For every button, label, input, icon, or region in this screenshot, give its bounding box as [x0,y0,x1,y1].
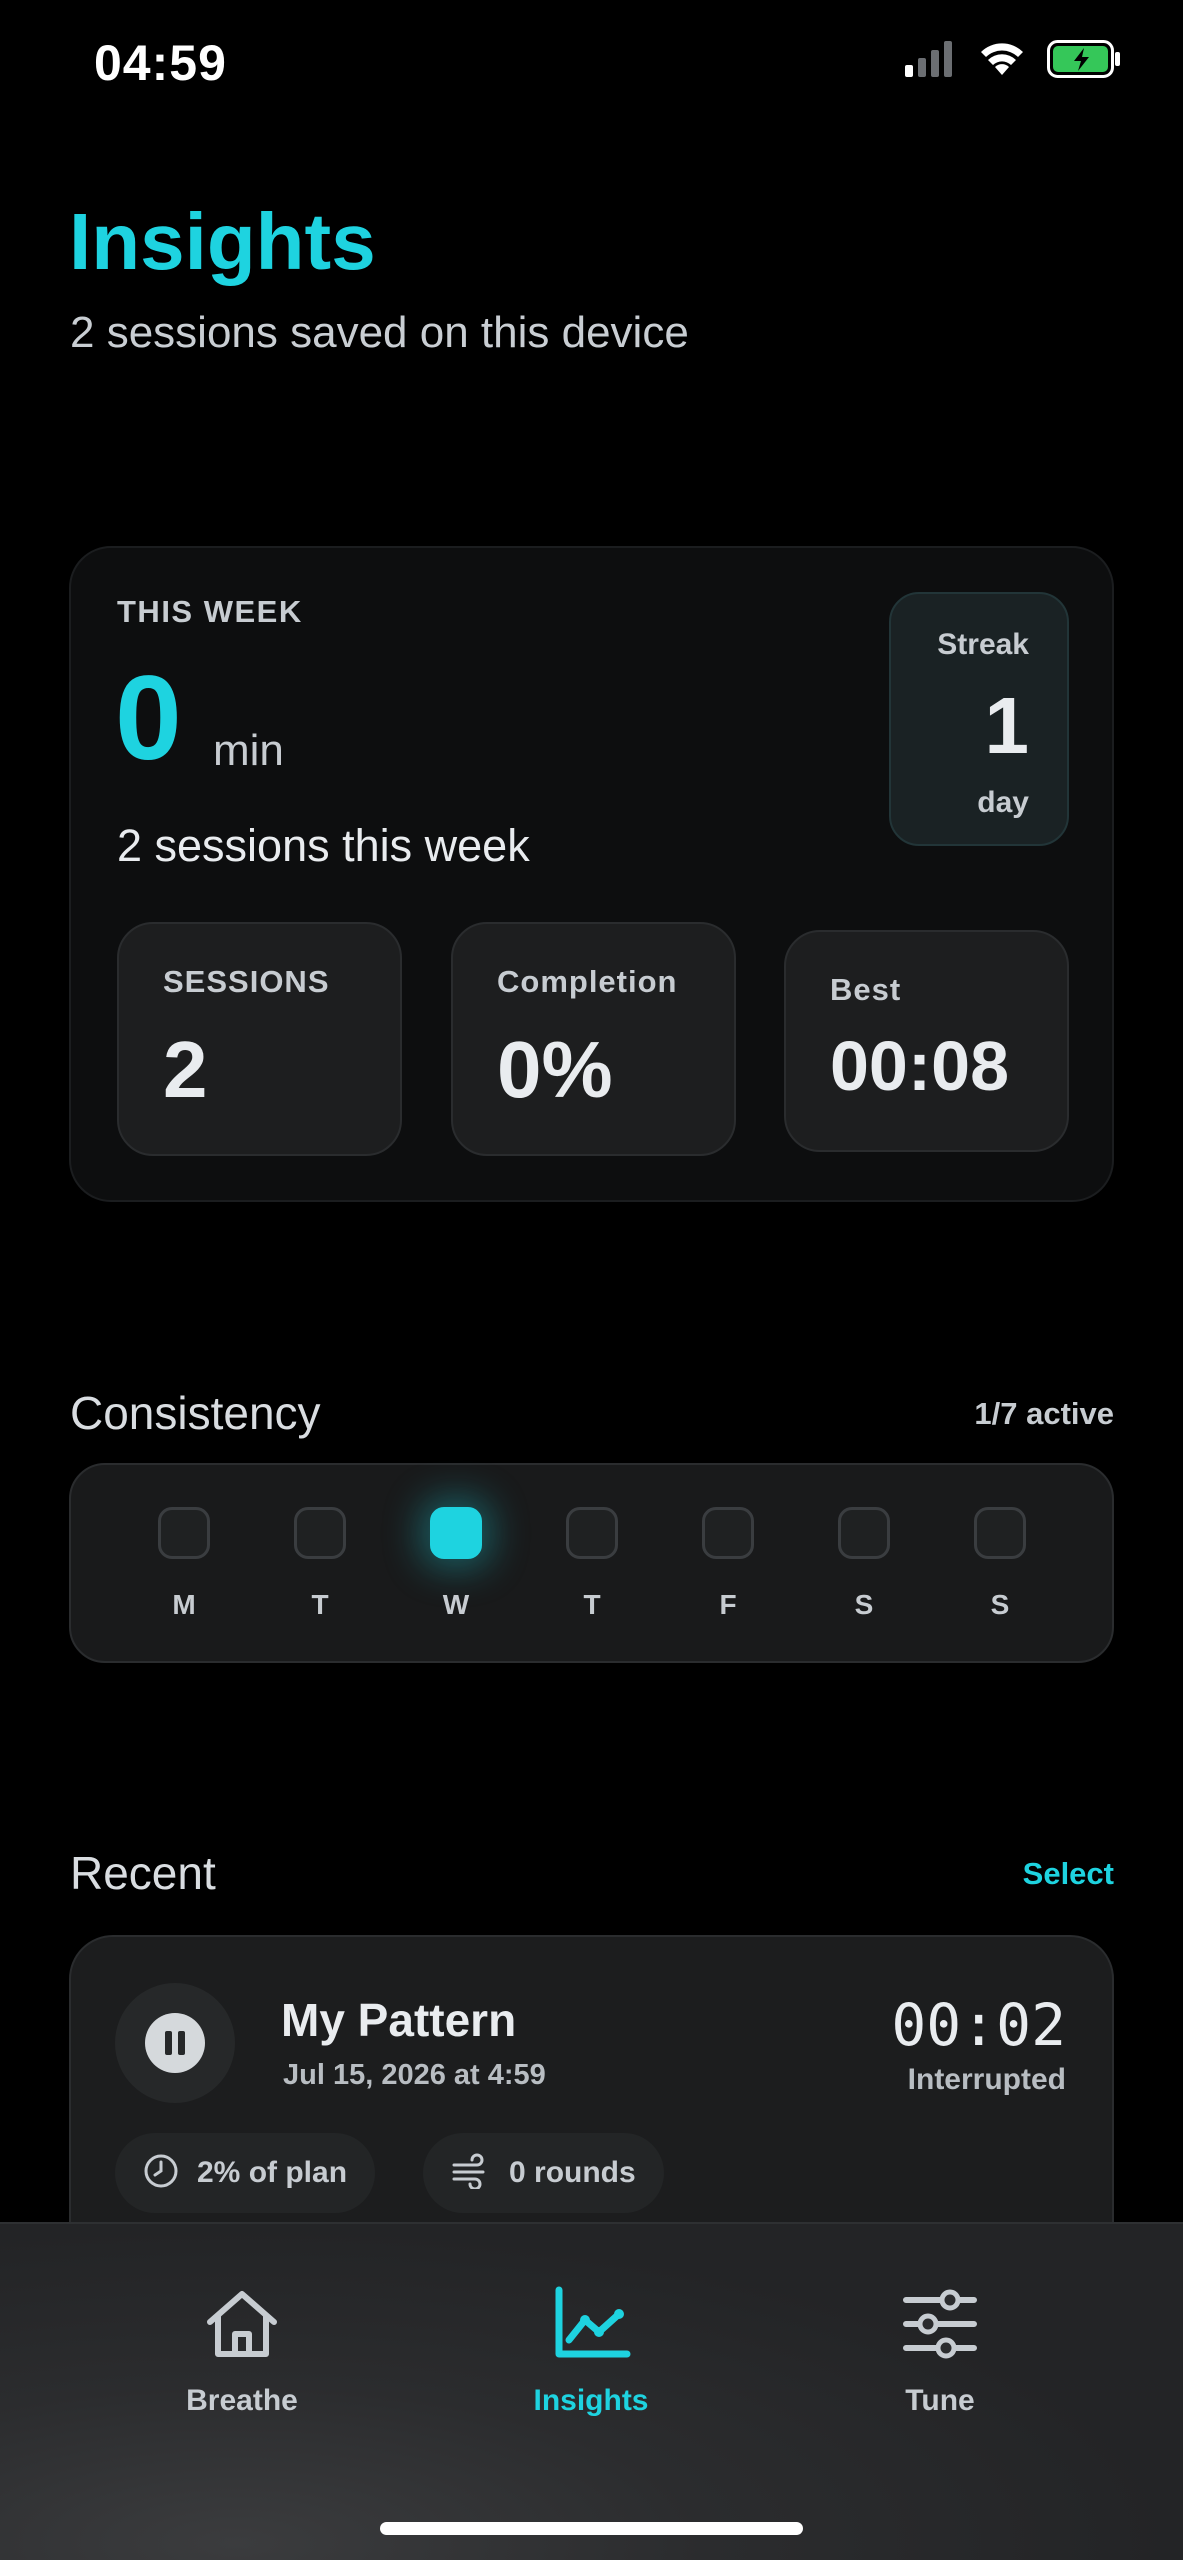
day-indicator [702,1507,754,1559]
pause-button[interactable] [115,1983,235,2103]
day-indicator [294,1507,346,1559]
day-indicator [838,1507,890,1559]
streak-unit: day [977,786,1029,819]
insights-screen: 04:59 Insights 2 sessions saved on this … [0,0,1183,2560]
stat-best: Best 00:08 [784,930,1069,1152]
page-subtitle: 2 sessions saved on this device [70,308,689,357]
chip-text: 2% of plan [197,2156,348,2189]
this-week-label: THIS WEEK [117,594,303,629]
day-monday: M [154,1507,214,1620]
day-label: S [854,1589,874,1620]
stat-value: 0% [497,1025,613,1114]
day-indicator [974,1507,1026,1559]
day-label: M [172,1589,196,1620]
home-icon [202,2284,282,2364]
stat-completion: Completion 0% [451,922,736,1156]
day-label: F [719,1589,737,1620]
week-sessions-text: 2 sessions this week [117,820,530,871]
session-date: Jul 15, 2026 at 4:59 [283,2059,546,2091]
sliders-icon [900,2284,980,2364]
clock-icon [143,2153,179,2194]
day-label: T [583,1589,601,1620]
day-saturday: S [834,1507,894,1620]
wind-icon [451,2153,491,2194]
pause-icon [145,2013,205,2073]
tab-label: Breathe [186,2384,298,2417]
day-indicator [158,1507,210,1559]
stat-label: Completion [497,964,678,999]
status-time: 04:59 [94,35,227,91]
week-minutes-value: 0 [115,651,182,785]
select-button[interactable]: Select [1023,1856,1114,1892]
stat-value: 00:08 [830,1027,1010,1105]
stat-label: Best [830,972,902,1007]
battery-charging-icon [1047,40,1123,83]
consistency-active-count: 1/7 active [974,1396,1114,1431]
wifi-icon [979,41,1025,82]
day-wednesday: W [426,1507,486,1620]
consistency-card: M T W T F S S [69,1463,1114,1663]
chip-text: 0 rounds [509,2156,636,2189]
rounds-chip: 0 rounds [423,2133,664,2213]
home-indicator[interactable] [380,2522,803,2535]
cellular-signal-icon [905,41,957,82]
day-label: T [311,1589,329,1620]
tab-tune[interactable]: Tune [830,2284,1050,2434]
status-bar: 04:59 [0,0,1183,130]
streak-box: Streak 1 day [889,592,1069,846]
tab-insights[interactable]: Insights [481,2284,701,2434]
day-label: W [442,1589,470,1620]
day-thursday: T [562,1507,622,1620]
session-status: Interrupted [907,2063,1066,2096]
tab-label: Insights [533,2384,649,2417]
day-label: S [990,1589,1010,1620]
this-week-card: THIS WEEK 0 min 2 sessions this week Str… [69,546,1114,1202]
plan-progress-chip: 2% of plan [115,2133,376,2213]
chart-icon [551,2284,631,2364]
day-sunday: S [970,1507,1030,1620]
day-indicator-active [430,1507,482,1559]
session-title: My Pattern [281,1994,517,2046]
week-minutes-unit: min [213,726,284,775]
day-tuesday: T [290,1507,350,1620]
session-duration: 00:02 [891,1991,1066,2059]
consistency-title: Consistency [70,1387,321,1439]
stat-sessions: SESSIONS 2 [117,922,402,1156]
stat-value: 2 [163,1025,208,1114]
status-icons [905,40,1123,83]
recent-title: Recent [70,1847,216,1899]
day-indicator [566,1507,618,1559]
streak-label: Streak [937,628,1029,661]
tab-label: Tune [905,2384,975,2417]
page-title: Insights [69,197,376,286]
stat-label: SESSIONS [163,964,330,999]
streak-value: 1 [984,681,1030,770]
tab-bar: Breathe Insights Tune [0,2222,1183,2560]
tab-breathe[interactable]: Breathe [132,2284,352,2434]
day-friday: F [698,1507,758,1620]
